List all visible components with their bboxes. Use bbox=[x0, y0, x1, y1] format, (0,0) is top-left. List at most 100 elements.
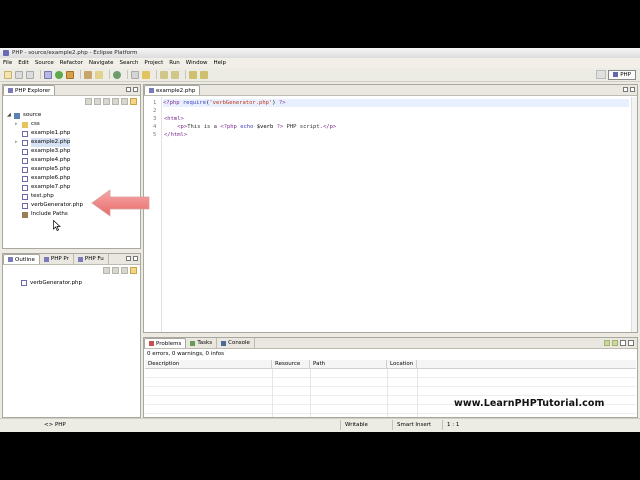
expand-toggle-icon[interactable] bbox=[15, 176, 20, 181]
link-with-editor-icon[interactable] bbox=[121, 98, 128, 105]
problems-tabstrip: Problems Tasks Console bbox=[144, 338, 637, 349]
menu-run[interactable]: Run bbox=[169, 60, 180, 66]
maximize-icon[interactable] bbox=[133, 87, 138, 92]
tree-item[interactable]: ◢ source bbox=[7, 111, 83, 120]
minimize-icon[interactable] bbox=[126, 256, 131, 261]
maximize-icon[interactable] bbox=[630, 87, 635, 92]
menu-window[interactable]: Window bbox=[186, 60, 208, 66]
main-toolbar: PHP bbox=[0, 68, 640, 82]
back-nav-icon[interactable] bbox=[85, 98, 92, 105]
tree-item[interactable]: example4.php bbox=[7, 156, 83, 165]
table-row bbox=[145, 378, 636, 387]
expand-toggle-icon[interactable] bbox=[15, 203, 20, 208]
toolbar-divider bbox=[80, 70, 81, 79]
tree-item[interactable]: ▹ css bbox=[7, 120, 83, 129]
tree-item[interactable]: example6.php bbox=[7, 174, 83, 183]
tree-item[interactable]: test.php bbox=[7, 192, 83, 201]
forward-nav-icon[interactable] bbox=[94, 98, 101, 105]
code-editor[interactable]: 1 <?php require('verbGenerator.php') ?> 2 3… bbox=[144, 97, 637, 332]
tab-tasks[interactable]: Tasks bbox=[186, 338, 218, 348]
tree-item[interactable]: example1.php bbox=[7, 129, 83, 138]
view-menu-icon[interactable] bbox=[612, 340, 618, 346]
tab-php-fu[interactable]: PHP Fu bbox=[74, 254, 109, 264]
menu-file[interactable]: File bbox=[3, 60, 12, 66]
tree-item[interactable]: verbGenerator.php bbox=[7, 201, 83, 210]
sort-icon[interactable] bbox=[103, 267, 110, 274]
save-icon[interactable] bbox=[15, 70, 23, 79]
expand-toggle-icon[interactable] bbox=[15, 167, 20, 172]
tab-console[interactable]: Console bbox=[217, 338, 255, 348]
tree-item[interactable]: example5.php bbox=[7, 165, 83, 174]
column-header-description[interactable]: Description bbox=[145, 360, 272, 369]
line-number: 3 bbox=[153, 116, 157, 122]
menu-search[interactable]: Search bbox=[120, 60, 139, 66]
hide-fields-icon[interactable] bbox=[112, 267, 119, 274]
hide-static-icon[interactable] bbox=[121, 267, 128, 274]
annotation-icon[interactable] bbox=[142, 70, 150, 79]
menu-source[interactable]: Source bbox=[35, 60, 54, 66]
expand-toggle-icon[interactable] bbox=[15, 158, 20, 163]
toolbar-divider bbox=[109, 70, 110, 79]
tab-example2-php[interactable]: example2.php bbox=[144, 85, 201, 95]
open-perspective-icon[interactable] bbox=[596, 70, 607, 79]
menu-project[interactable]: Project bbox=[144, 60, 163, 66]
forward-icon[interactable] bbox=[200, 70, 208, 79]
maximize-icon[interactable] bbox=[628, 340, 634, 346]
print-icon[interactable] bbox=[26, 70, 34, 79]
toggle-mark-icon[interactable] bbox=[131, 70, 139, 79]
php-perspective-button[interactable]: PHP bbox=[608, 69, 636, 80]
tree-item-label: Include Paths bbox=[31, 211, 68, 217]
back-icon[interactable] bbox=[189, 70, 197, 79]
web-browser-icon[interactable] bbox=[113, 70, 121, 79]
expand-toggle-icon[interactable] bbox=[15, 194, 20, 199]
maximize-icon[interactable] bbox=[133, 256, 138, 261]
code-line[interactable]: </html> bbox=[164, 131, 187, 139]
run-icon[interactable] bbox=[55, 70, 63, 79]
menu-navigate[interactable]: Navigate bbox=[89, 60, 114, 66]
external-tools-icon[interactable] bbox=[66, 70, 74, 79]
code-line[interactable]: <p>This is a <?php echo $verb ?> PHP scr… bbox=[164, 123, 336, 131]
tab-php-explorer[interactable]: PHP Explorer bbox=[3, 85, 56, 95]
tab-outline[interactable]: Outline bbox=[3, 254, 40, 264]
expand-toggle-icon[interactable]: ▹ bbox=[15, 122, 20, 127]
search-icon[interactable] bbox=[95, 70, 103, 79]
expand-toggle-icon[interactable] bbox=[15, 131, 20, 136]
tree-item-label: css bbox=[31, 121, 40, 127]
tree-item[interactable]: ▹ example2.php bbox=[7, 138, 83, 147]
view-menu-icon[interactable] bbox=[130, 267, 137, 274]
editor-scrollbar[interactable] bbox=[631, 97, 637, 332]
menu-edit[interactable]: Edit bbox=[18, 60, 29, 66]
expand-toggle-icon[interactable] bbox=[15, 212, 20, 217]
tab-php-pr[interactable]: PHP Pr bbox=[40, 254, 74, 264]
menu-refactor[interactable]: Refactor bbox=[60, 60, 83, 66]
column-header-path[interactable]: Path bbox=[310, 360, 387, 369]
expand-toggle-icon[interactable] bbox=[15, 185, 20, 190]
code-line[interactable]: <?php require('verbGenerator.php') ?> bbox=[163, 99, 629, 107]
tree-item[interactable]: Include Paths bbox=[7, 210, 83, 219]
minimize-icon[interactable] bbox=[126, 87, 131, 92]
next-annotation-icon[interactable] bbox=[160, 70, 168, 79]
previous-annotation-icon[interactable] bbox=[171, 70, 179, 79]
menu-help[interactable]: Help bbox=[213, 60, 226, 66]
collapse-all-icon[interactable] bbox=[112, 98, 119, 105]
expand-toggle-icon[interactable]: ◢ bbox=[7, 113, 12, 118]
code-line[interactable]: <html> bbox=[164, 115, 184, 123]
minimize-icon[interactable] bbox=[620, 340, 626, 346]
outline-item[interactable]: verbGenerator.php bbox=[21, 280, 82, 286]
column-header-resource[interactable]: Resource bbox=[272, 360, 310, 369]
open-type-icon[interactable] bbox=[84, 70, 92, 79]
new-icon[interactable] bbox=[4, 70, 12, 79]
php-explorer-icon bbox=[8, 88, 13, 93]
tree-item[interactable]: example3.php bbox=[7, 147, 83, 156]
up-icon[interactable] bbox=[103, 98, 110, 105]
filter-icon[interactable] bbox=[604, 340, 610, 346]
minimize-icon[interactable] bbox=[623, 87, 628, 92]
tab-problems[interactable]: Problems bbox=[144, 338, 187, 348]
view-menu-icon[interactable] bbox=[130, 98, 137, 105]
expand-toggle-icon[interactable] bbox=[15, 149, 20, 154]
expand-toggle-icon[interactable]: ▹ bbox=[15, 140, 20, 145]
tree-item[interactable]: example7.php bbox=[7, 183, 83, 192]
column-header-location[interactable]: Location bbox=[387, 360, 417, 369]
tree-item-label: test.php bbox=[31, 193, 54, 199]
debug-icon[interactable] bbox=[44, 70, 52, 79]
